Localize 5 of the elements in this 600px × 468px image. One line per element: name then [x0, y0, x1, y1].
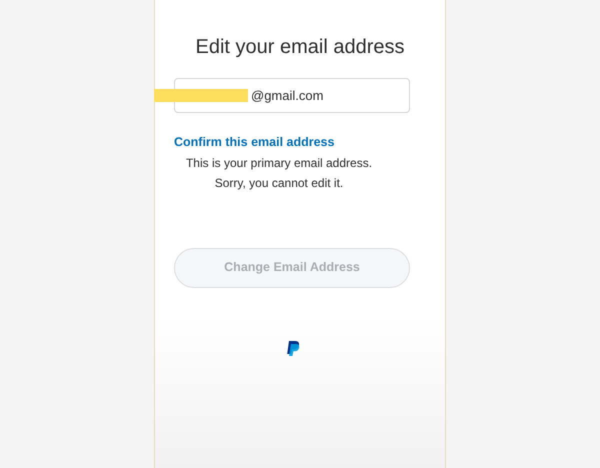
info-text: This is your primary email address. [186, 154, 372, 172]
paypal-logo-icon [286, 340, 300, 357]
confirm-email-link[interactable]: Confirm this email address [174, 133, 334, 152]
page-title: Edit your email address [196, 35, 404, 60]
info-text: Sorry, you cannot edit it. [214, 174, 344, 192]
